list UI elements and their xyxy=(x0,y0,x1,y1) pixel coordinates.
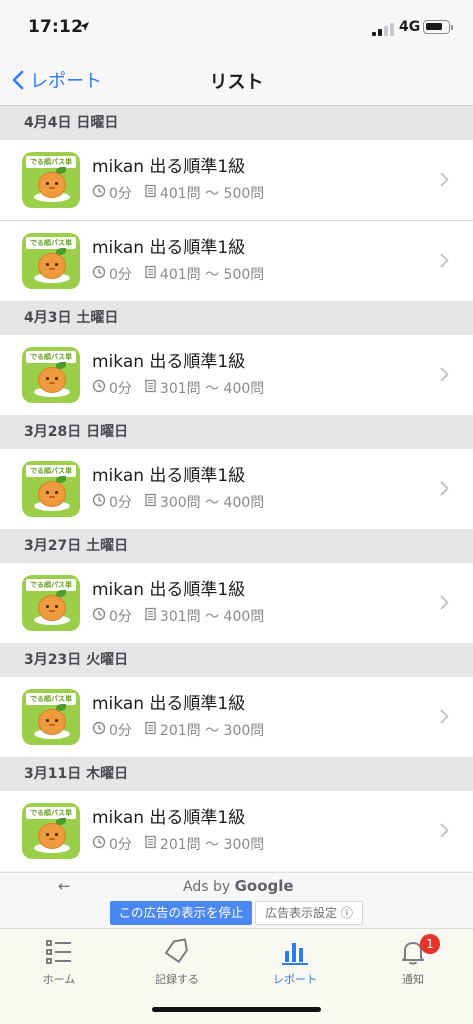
notification-badge: 1 xyxy=(420,934,440,954)
book-icon xyxy=(144,379,157,397)
clock-icon xyxy=(92,493,106,511)
list-item[interactable]: でる順パス単 mikan 出る順準1級 0分 401問 〜 500問 xyxy=(0,140,473,221)
tab-report[interactable]: レポート xyxy=(236,937,354,993)
study-time: 0分 xyxy=(109,837,132,853)
battery-icon xyxy=(423,20,450,34)
section-date-header: 3月23日 火曜日 xyxy=(0,643,473,677)
tag-icon xyxy=(164,938,188,963)
clock-icon xyxy=(92,379,106,397)
list-item[interactable]: でる順パス単 mikan 出る順準1級 0分 201問 〜 300問 xyxy=(0,791,473,871)
study-time: 0分 xyxy=(109,723,132,739)
study-time: 0分 xyxy=(109,186,132,202)
chevron-right-icon xyxy=(440,823,449,838)
section-date-header: 3月28日 日曜日 xyxy=(0,415,473,449)
book-icon xyxy=(144,607,157,625)
study-time: 0分 xyxy=(109,495,132,511)
app-icon: でる順パス単 xyxy=(22,152,80,208)
item-title: mikan 出る順準1級 xyxy=(92,580,246,600)
tab-home[interactable]: ホーム xyxy=(0,937,118,993)
item-title: mikan 出る順準1級 xyxy=(92,466,246,486)
question-range: 401問 〜 500問 xyxy=(159,267,265,283)
tab-record[interactable]: 記録する xyxy=(118,937,236,993)
item-title: mikan 出る順準1級 xyxy=(92,238,246,258)
item-title: mikan 出る順準1級 xyxy=(92,157,246,177)
item-meta: 0分 401問 〜 500問 xyxy=(92,183,264,203)
section-date-header: 4月3日 土曜日 xyxy=(0,301,473,335)
ads-by-label: Ads by Google xyxy=(183,877,294,895)
book-icon xyxy=(144,721,157,739)
tab-notifications-label: 通知 xyxy=(402,973,424,986)
chevron-right-icon xyxy=(440,253,449,268)
question-range: 301問 〜 400問 xyxy=(159,609,265,625)
chevron-right-icon xyxy=(440,595,449,610)
history-list[interactable]: 4月4日 日曜日 でる順パス単 mikan 出る順準1級 0分 401問 〜 500問で… xyxy=(0,106,473,872)
app-icon: でる順パス単 xyxy=(22,233,80,289)
question-range: 301問 〜 400問 xyxy=(159,381,265,397)
study-time: 0分 xyxy=(109,609,132,625)
item-title: mikan 出る順準1級 xyxy=(92,694,246,714)
status-time: 17:12 xyxy=(28,17,84,37)
section-date-header: 4月4日 日曜日 xyxy=(0,106,473,140)
chevron-right-icon xyxy=(440,172,449,187)
list-icon xyxy=(46,940,71,964)
item-meta: 0分 201問 〜 300問 xyxy=(92,720,264,740)
study-time: 0分 xyxy=(109,267,132,283)
cellular-signal-icon xyxy=(372,22,394,36)
list-item[interactable]: でる順パス単 mikan 出る順準1級 0分 301問 〜 400問 xyxy=(0,335,473,415)
bar-chart-icon xyxy=(282,943,308,965)
app-icon: でる順パス単 xyxy=(22,575,80,631)
book-icon xyxy=(144,265,157,283)
tab-notifications[interactable]: 1 通知 xyxy=(354,934,472,993)
question-range: 201問 〜 300問 xyxy=(159,723,265,739)
book-icon xyxy=(144,184,157,202)
app-icon: でる順パス単 xyxy=(22,347,80,403)
chevron-right-icon xyxy=(440,481,449,496)
chevron-right-icon xyxy=(440,367,449,382)
item-meta: 0分 301問 〜 400問 xyxy=(92,378,264,398)
item-title: mikan 出る順準1級 xyxy=(92,808,246,828)
item-meta: 0分 401問 〜 500問 xyxy=(92,264,264,284)
question-range: 201問 〜 300問 xyxy=(159,837,265,853)
chevron-right-icon xyxy=(440,709,449,724)
home-indicator xyxy=(152,1007,321,1012)
study-time: 0分 xyxy=(109,381,132,397)
section-date-header: 3月27日 土曜日 xyxy=(0,529,473,563)
page-title: リスト xyxy=(209,72,264,93)
list-item[interactable]: でる順パス単 mikan 出る順準1級 0分 301問 〜 400問 xyxy=(0,563,473,643)
app-icon: でる順パス単 xyxy=(22,689,80,745)
status-bar: 17:12 4G xyxy=(0,0,473,56)
tab-report-label: レポート xyxy=(273,973,317,986)
location-arrow-icon xyxy=(80,22,89,31)
clock-icon xyxy=(92,265,106,283)
clock-icon xyxy=(92,721,106,739)
tab-record-label: 記録する xyxy=(155,973,199,986)
item-title: mikan 出る順準1級 xyxy=(92,352,246,372)
list-item[interactable]: でる順パス単 mikan 出る順準1級 0分 401問 〜 500問 xyxy=(0,221,473,301)
tab-home-label: ホーム xyxy=(42,973,76,986)
item-meta: 0分 301問 〜 400問 xyxy=(92,606,264,626)
item-meta: 0分 300問 〜 400問 xyxy=(92,492,264,512)
clock-icon xyxy=(92,184,106,202)
network-type: 4G xyxy=(399,19,421,35)
ad-settings-button[interactable]: 広告表示設定 ⓘ xyxy=(255,901,363,925)
item-meta: 0分 201問 〜 300問 xyxy=(92,834,264,854)
section-date-header: 3月11日 木曜日 xyxy=(0,757,473,791)
clock-icon xyxy=(92,607,106,625)
stop-ad-button[interactable]: この広告の表示を停止 xyxy=(110,901,252,925)
navigation-bar: レポート リスト xyxy=(0,56,473,106)
list-item[interactable]: でる順パス単 mikan 出る順準1級 0分 201問 〜 300問 xyxy=(0,677,473,757)
book-icon xyxy=(144,493,157,511)
clock-icon xyxy=(92,835,106,853)
ad-back-arrow[interactable]: ← xyxy=(58,877,71,895)
question-range: 300問 〜 400問 xyxy=(159,495,265,511)
list-item[interactable]: でる順パス単 mikan 出る順準1級 0分 300問 〜 400問 xyxy=(0,449,473,529)
app-icon: でる順パス単 xyxy=(22,461,80,517)
book-icon xyxy=(144,835,157,853)
question-range: 401問 〜 500問 xyxy=(159,186,265,202)
ad-banner: ← Ads by Google この広告の表示を停止 広告表示設定 ⓘ xyxy=(0,872,473,928)
app-icon: でる順パス単 xyxy=(22,803,80,859)
